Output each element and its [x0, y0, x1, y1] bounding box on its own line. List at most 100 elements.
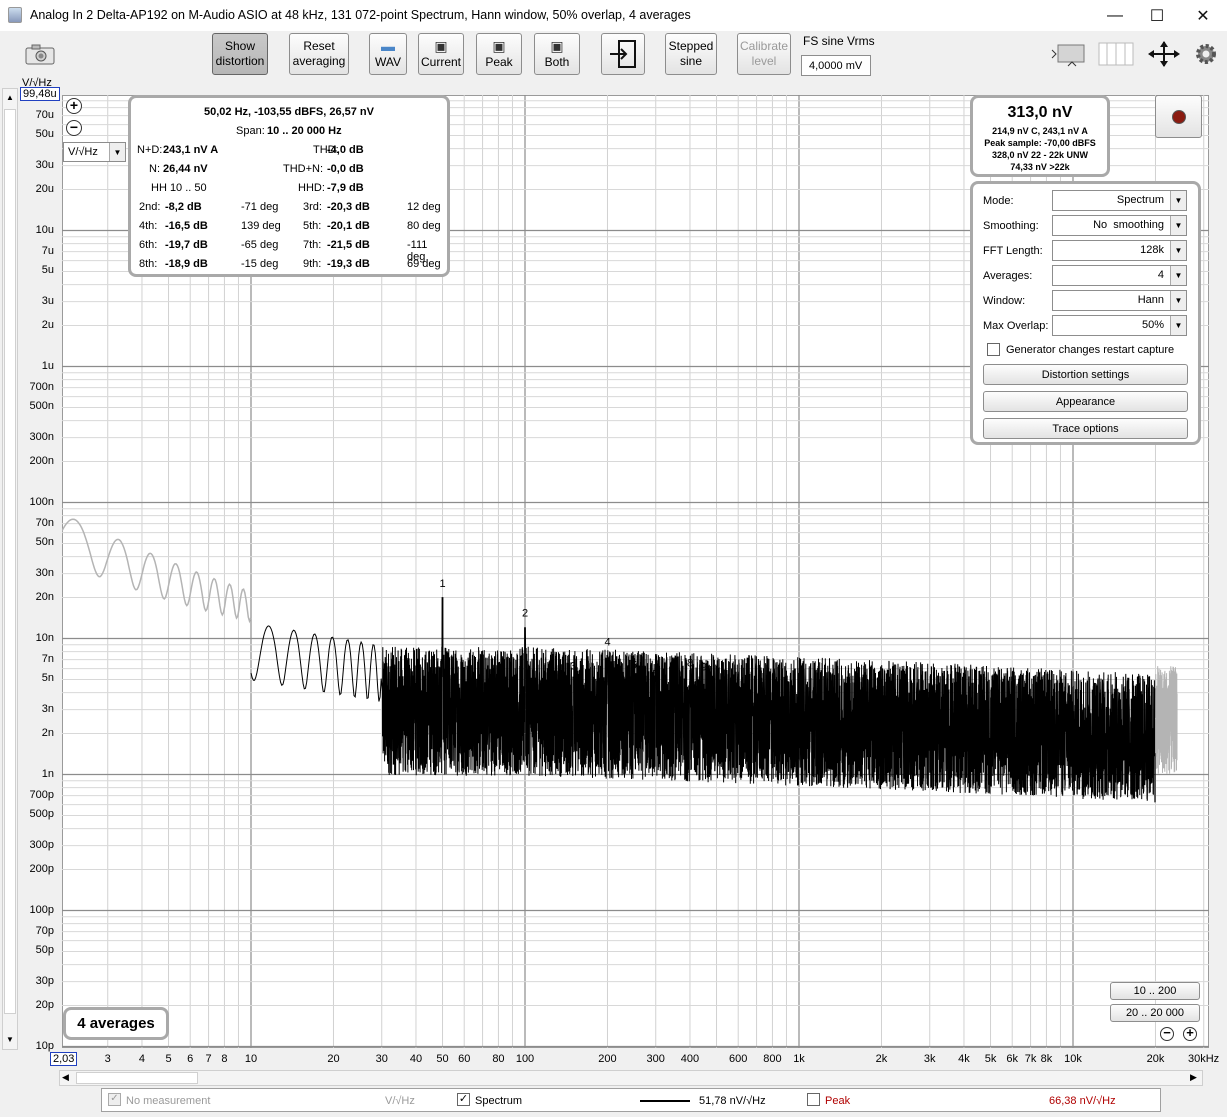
range-20-20000-button[interactable]: 20 .. 20 000: [1110, 1004, 1200, 1022]
mode-select[interactable]: Spectrum ▼: [1052, 190, 1187, 211]
harmonic-marker-label: 1: [440, 578, 446, 590]
x-tick-label: 20k: [1146, 1053, 1165, 1065]
window-select[interactable]: Hann ▼: [1052, 290, 1187, 311]
range-10-200-button[interactable]: 10 .. 200: [1110, 982, 1200, 1000]
distortion-settings-button[interactable]: Distortion settings: [983, 364, 1188, 385]
restart-capture-checkbox[interactable]: [987, 343, 1000, 356]
mode-value: Spectrum: [1116, 194, 1164, 206]
nd-label: N+D:: [137, 144, 163, 156]
wav-button[interactable]: ▬ WAV: [369, 33, 407, 75]
window-title: Analog In 2 Delta-AP192 on M-Audio ASIO …: [30, 8, 691, 22]
harmonic-l1: 8th:: [139, 258, 158, 270]
move-arrows-icon[interactable]: [1146, 40, 1182, 68]
trace-spectrum: [250, 597, 1156, 803]
no-measurement-checkbox[interactable]: ✓: [108, 1093, 121, 1106]
scroll-left-arrow-icon[interactable]: ◀: [62, 1072, 69, 1083]
harmonic-l2: 5th:: [303, 220, 322, 232]
x-axis-left-value[interactable]: 2,03: [50, 1052, 78, 1066]
chevron-down-icon: ▼: [1170, 316, 1186, 335]
show-distortion-button[interactable]: Show distortion: [212, 33, 268, 75]
camera-icon[interactable]: [24, 42, 56, 66]
harmonic-marker-label: 6: [653, 668, 659, 680]
y-tick-label: 10n: [35, 631, 54, 644]
y-tick-label: 3u: [41, 294, 54, 307]
zoom-out-icon[interactable]: −: [66, 120, 82, 136]
harmonic-v1: -19,7 dB: [165, 239, 208, 251]
close-button[interactable]: ✕: [1180, 0, 1226, 31]
floppy-disk-icon: ▣: [434, 37, 448, 54]
fft-length-select[interactable]: 128k ▼: [1052, 240, 1187, 261]
x-tick-label: 40: [409, 1053, 423, 1065]
n-value: 26,44 nV: [163, 163, 208, 175]
nd-value: 243,1 nV A: [163, 144, 219, 156]
vertical-scrollbar[interactable]: ▲ ▼: [2, 88, 18, 1050]
y-tick-label: 200p: [29, 862, 54, 875]
y-tick-label: 3n: [41, 702, 54, 715]
harmonic-l2: 7th:: [303, 239, 322, 251]
x-tick-label: 5: [165, 1053, 172, 1065]
wav-label: WAV: [375, 54, 401, 69]
spectrum-value: 51,78 nV/√Hz: [699, 1095, 766, 1107]
y-tick-label: 30p: [35, 974, 54, 987]
y-tick-label: 100n: [29, 495, 54, 508]
harmonic-p1: -71 deg: [241, 201, 279, 213]
scroll-thumb[interactable]: [4, 109, 16, 1014]
columns-layout-icon[interactable]: [1098, 42, 1134, 66]
unit-select[interactable]: V/√Hz ▼: [63, 142, 126, 162]
scroll-right-arrow-icon[interactable]: ▶: [1190, 1072, 1197, 1083]
import-arrow-icon: [610, 40, 636, 68]
harmonic-p1: 139 deg: [241, 220, 281, 232]
peak-checkbox[interactable]: [807, 1093, 820, 1106]
x-tick-label: 20: [327, 1053, 340, 1065]
fs-sine-input[interactable]: 4,0000 mV: [801, 55, 871, 76]
import-button[interactable]: [601, 33, 645, 75]
harmonic-v2: -20,3 dB: [327, 201, 370, 213]
reset-averaging-button[interactable]: Reset averaging: [289, 33, 349, 75]
averages-select[interactable]: 4 ▼: [1052, 265, 1187, 286]
chevron-down-icon: ▼: [1170, 191, 1186, 210]
x-zoom-in-icon[interactable]: +: [1183, 1026, 1197, 1041]
maximize-button[interactable]: ☐: [1134, 0, 1180, 31]
harmonic-marker-label: 2: [522, 608, 528, 620]
y-tick-label: 300p: [29, 838, 54, 851]
save-peak-button[interactable]: ▣ Peak: [476, 33, 522, 75]
h-scroll-thumb[interactable]: [76, 1072, 198, 1084]
horizontal-scrollbar[interactable]: ◀ ▶: [59, 1070, 1203, 1086]
x-tick-label: 4: [138, 1053, 146, 1065]
hh-label: HH 10 .. 50: [151, 182, 207, 194]
save-current-button[interactable]: ▣ Current: [418, 33, 464, 75]
span-label: Span:: [236, 125, 265, 137]
harmonic-p1: -15 deg: [241, 258, 279, 270]
resize-panel-icon[interactable]: [1050, 40, 1088, 68]
scroll-up-arrow-icon[interactable]: ▲: [6, 93, 14, 102]
x-zoom-out-icon[interactable]: −: [1160, 1026, 1174, 1041]
max-overlap-select[interactable]: 50% ▼: [1052, 315, 1187, 336]
y-tick-label: 500p: [29, 808, 54, 821]
stepped-sine-button[interactable]: Stepped sine: [665, 33, 717, 75]
save-both-button[interactable]: ▣ Both: [534, 33, 580, 75]
record-button[interactable]: [1155, 95, 1202, 138]
y-tick-label: 7u: [41, 244, 54, 257]
x-tick-label: 5k: [984, 1053, 997, 1065]
x-tick-label: 800: [763, 1053, 782, 1065]
peak-label: Peak: [825, 1095, 851, 1107]
no-measurement-label: No measurement: [126, 1095, 211, 1107]
spectrum-checkbox[interactable]: ✓: [457, 1093, 470, 1106]
zoom-in-icon[interactable]: +: [66, 98, 82, 114]
scroll-down-arrow-icon[interactable]: ▼: [6, 1035, 14, 1044]
trace-options-button[interactable]: Trace options: [983, 418, 1188, 439]
level-line-2: Peak sample: -70,00 dBFS: [984, 138, 1096, 148]
x-tick-label: 100: [515, 1053, 535, 1065]
harmonic-v1: -8,2 dB: [165, 201, 202, 213]
smoothing-select[interactable]: No smoothing ▼: [1052, 215, 1187, 236]
harmonic-p1: -65 deg: [241, 239, 279, 251]
gear-icon[interactable]: [1194, 42, 1218, 66]
appearance-button[interactable]: Appearance: [983, 391, 1188, 412]
trace-low-frequency: [62, 518, 252, 624]
y-tick-label: 30n: [35, 566, 54, 579]
calibrate-level-button[interactable]: Calibrate level: [737, 33, 791, 75]
y-tick-label: 10p: [35, 1039, 54, 1052]
y-axis-top-value[interactable]: 99,48u: [20, 87, 60, 101]
level-line-4: 74,33 nV >22k: [1010, 162, 1070, 172]
minimize-button[interactable]: —: [1092, 0, 1138, 31]
